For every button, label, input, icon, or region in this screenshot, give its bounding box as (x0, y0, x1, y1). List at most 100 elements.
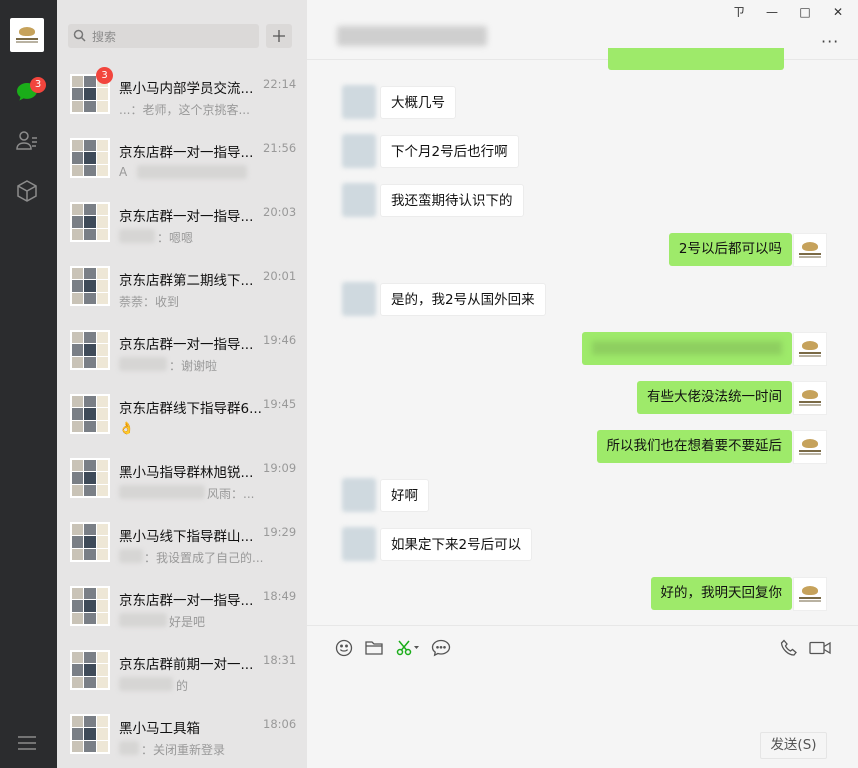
group-avatar (70, 522, 110, 562)
folder-icon[interactable] (364, 638, 384, 658)
search-icon (73, 29, 86, 46)
conversation-time: 18:49 (263, 589, 297, 603)
conversation-title: 京东店群线下指导群6... (119, 401, 261, 417)
my-avatar-small[interactable] (793, 577, 827, 611)
redacted-text (119, 613, 167, 627)
chat-unread-badge: 3 (30, 77, 46, 93)
mini-program-cube-icon[interactable] (13, 177, 41, 205)
message-bubble-outgoing-redacted[interactable] (582, 332, 792, 365)
conversation-item[interactable]: 京东店群一对一指导... 20:03 ：嗯嗯 (57, 192, 307, 256)
conversation-preview: ：嗯嗯 (157, 231, 194, 245)
message-bubble-incoming[interactable]: 如果定下来2号后可以 (380, 528, 533, 561)
conversation-item[interactable]: 京东店群前期一对一... 18:31 的 (57, 640, 307, 704)
redacted-text (137, 165, 247, 179)
maximize-button[interactable]: □ (795, 4, 815, 20)
brand-logo-icon (799, 242, 821, 258)
pin-window-button[interactable]: ㄗ (729, 4, 749, 20)
more-options-button[interactable]: ··· (821, 32, 839, 51)
icon-sidebar: 3 (0, 0, 57, 768)
conversation-item[interactable]: 京东店群线下指导群6... 19:45 👌 (57, 384, 307, 448)
conversation-list: 搜索 3 黑小马内部学员交流... 22:14 ...：老师，这个京挑客... … (57, 0, 307, 768)
group-avatar (70, 202, 110, 242)
start-chat-plus-button[interactable] (266, 24, 292, 48)
conversation-item[interactable]: 京东店群一对一指导... 18:49 好是吧 (57, 576, 307, 640)
search-input[interactable]: 搜索 (68, 24, 259, 48)
composer-toolbar (307, 625, 858, 658)
conversation-time: 19:45 (263, 397, 297, 411)
conversation-preview: ：谢谢啦 (169, 359, 218, 373)
group-avatar (70, 138, 110, 178)
conversation-time: 19:46 (263, 333, 297, 347)
contact-avatar[interactable] (342, 527, 376, 561)
message-bubble-incoming[interactable]: 我还蛮期待认识下的 (380, 184, 524, 217)
contact-avatar[interactable] (342, 478, 376, 512)
my-avatar-small[interactable] (793, 332, 827, 366)
conversation-title: 黑小马指导群林旭锐... (119, 465, 254, 481)
menu-icon[interactable] (13, 729, 41, 757)
message-bubble-outgoing[interactable]: 有些大佬没法统一时间 (637, 381, 792, 414)
conversation-time: 21:56 (263, 141, 297, 155)
conversation-time: 18:31 (263, 653, 297, 667)
brand-logo-icon (799, 341, 821, 357)
conversation-preview: ：关闭重新登录 (141, 743, 226, 757)
chat-history-icon[interactable] (431, 638, 451, 658)
conversation-item[interactable]: 京东店群一对一指导... 21:56 A (57, 128, 307, 192)
conversation-preview: 好是吧 (169, 615, 206, 629)
message-bubble-incoming[interactable]: 下个月2号后也行啊 (380, 135, 519, 168)
message-bubble-outgoing[interactable]: 好的，我明天回复你 (650, 577, 792, 610)
conversation-item[interactable]: 黑小马工具箱 18:06 ：关闭重新登录 (57, 704, 307, 768)
brand-logo-icon (799, 586, 821, 602)
screenshot-scissors-icon[interactable] (395, 638, 421, 658)
chat-pane: ㄗ — □ ✕ ··· 大概几号 下个月2号后也行啊 我还蛮期待认识下的 2号以… (307, 0, 858, 768)
redacted-text (119, 485, 205, 499)
conversation-time: 19:29 (263, 525, 297, 539)
my-avatar-small[interactable] (793, 430, 827, 464)
conversation-preview: ...：老师，这个京挑客... (119, 103, 250, 117)
conversation-time: 20:03 (263, 205, 297, 219)
conversation-title: 京东店群一对一指导... (119, 593, 254, 609)
conversation-title: 京东店群前期一对一... (119, 657, 254, 673)
voice-call-icon[interactable] (779, 638, 799, 658)
group-avatar (70, 266, 110, 306)
conversation-title: 京东店群一对一指导... (119, 209, 254, 225)
my-avatar-small[interactable] (793, 233, 827, 267)
conversation-preview: 👌 (119, 421, 134, 435)
conversation-preview: 的 (176, 679, 189, 693)
group-avatar (70, 458, 110, 498)
contact-avatar[interactable] (342, 183, 376, 217)
conversation-title: 京东店群一对一指导... (119, 337, 254, 353)
conversation-time: 22:14 (263, 77, 297, 91)
redacted-text (119, 677, 173, 691)
contact-avatar[interactable] (342, 282, 376, 316)
conversation-item[interactable]: 京东店群一对一指导... 19:46 ：谢谢啦 (57, 320, 307, 384)
message-bubble-incoming[interactable]: 好啊 (380, 479, 429, 512)
my-avatar-small[interactable] (793, 381, 827, 415)
conversation-title: 京东店群第二期线下... (119, 273, 254, 289)
conversation-item[interactable]: 黑小马指导群林旭锐... 19:09 风雨：... (57, 448, 307, 512)
conversation-preview: 风雨：... (207, 487, 255, 501)
conversation-time: 19:09 (263, 461, 297, 475)
close-button[interactable]: ✕ (828, 4, 848, 20)
conversation-title: 黑小马内部学员交流... (119, 81, 254, 97)
contact-avatar[interactable] (342, 85, 376, 119)
conversation-item[interactable]: 3 黑小马内部学员交流... 22:14 ...：老师，这个京挑客... (57, 64, 307, 128)
emoji-icon[interactable] (334, 638, 354, 658)
contacts-icon[interactable] (13, 126, 41, 154)
message-bubble-outgoing-partial[interactable] (608, 48, 784, 70)
minimize-button[interactable]: — (762, 4, 782, 20)
send-button[interactable]: 发送(S) (760, 732, 827, 759)
redacted-text (592, 341, 782, 355)
chat-title-redacted (337, 26, 487, 46)
redacted-text (119, 741, 139, 755)
message-bubble-incoming[interactable]: 是的，我2号从国外回来 (380, 283, 546, 316)
contact-avatar[interactable] (342, 134, 376, 168)
message-bubble-incoming[interactable]: 大概几号 (380, 86, 456, 119)
message-bubble-outgoing[interactable]: 2号以后都可以吗 (668, 233, 792, 266)
conversation-time: 20:01 (263, 269, 297, 283)
my-avatar[interactable] (10, 18, 44, 52)
video-call-icon[interactable] (808, 638, 832, 658)
conversation-item[interactable]: 黑小马线下指导群山... 19:29 ：我设置成了自己的... (57, 512, 307, 576)
conversation-item[interactable]: 京东店群第二期线下... 20:01 萘萘：收到 (57, 256, 307, 320)
message-bubble-outgoing[interactable]: 所以我们也在想着要不要延后 (596, 430, 792, 463)
conversation-time: 18:06 (263, 717, 297, 731)
